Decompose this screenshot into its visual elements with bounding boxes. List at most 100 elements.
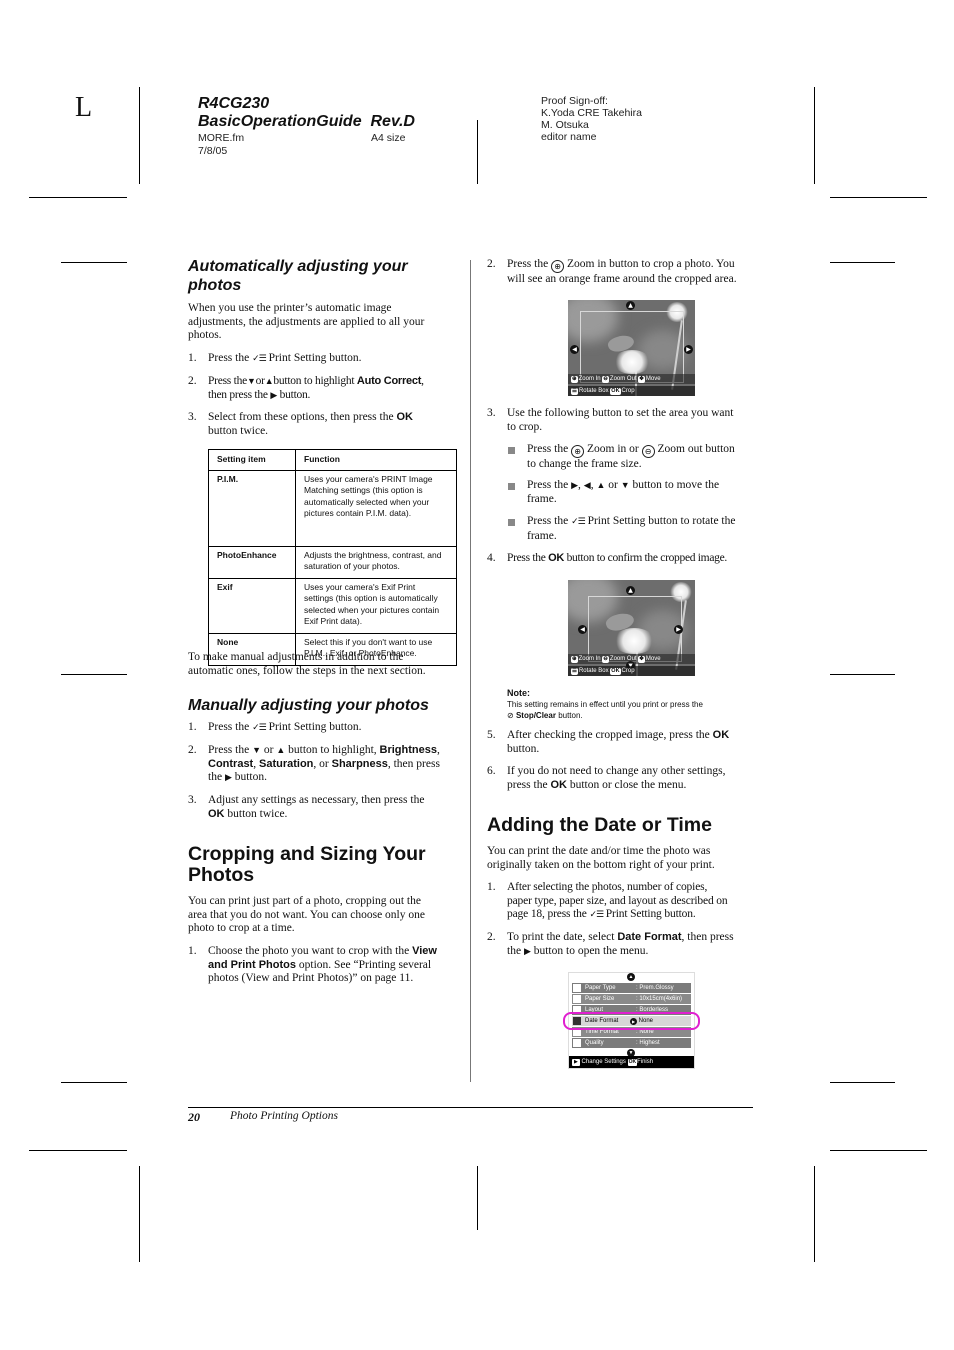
text: to change the frame size.	[527, 458, 642, 470]
quality-icon	[573, 1039, 581, 1047]
section-heading-manual: Manually adjusting your photos	[188, 697, 429, 714]
zoom-out-icon: ⊖	[641, 445, 655, 458]
column-header: Setting item	[208, 449, 296, 471]
text: Print Setting button to rotate the	[587, 515, 736, 527]
doc-file: MORE.fm	[198, 132, 245, 144]
menu-label: Paper Type	[585, 985, 616, 991]
heading-line: photos	[188, 277, 242, 294]
menu-value: : Highest	[636, 1040, 660, 1046]
zoom-in-icon: ⊕	[571, 376, 578, 383]
date-intro: You can print the date and/or time the p…	[487, 845, 715, 872]
table-row: Exif Uses your camera's Exif Print settin…	[208, 577, 457, 634]
text: , then press	[681, 931, 734, 943]
proof-line: M. Otsuka	[541, 119, 589, 131]
auto-intro: When you use the printer’s automatic ima…	[188, 302, 424, 343]
print-setting-icon: ✓☰	[589, 910, 604, 921]
text: Zoom out button	[657, 443, 735, 455]
hint-label: Zoom Out	[609, 376, 637, 382]
text-line: automatically selected when your	[304, 496, 430, 507]
text-line: area that you do not want. You can choos…	[188, 908, 425, 921]
rotate-icon: ☰	[571, 668, 578, 675]
hint-label: Crop	[621, 668, 635, 674]
heading-line: Automatically adjusting your	[188, 258, 408, 275]
lcd-hint-bar: ☰ Rotate Box OK Crop	[568, 386, 695, 396]
doc-size: A4 size	[371, 132, 406, 144]
text-line: To make manual adjustments in addition t…	[188, 651, 404, 663]
text: option. See “Printing several	[298, 958, 432, 971]
text: button to confirm the cropped image.	[566, 552, 728, 564]
lcd-crop-screen: ▲ ◀ ▶ ⊕ Zoom In ⊖ Zoom Out ✥ Move ☰ Rotate B…	[568, 300, 695, 396]
print-setting-icon: ✓☰	[252, 354, 267, 364]
text: Zoom in button to crop a photo. You	[566, 258, 735, 270]
crop-letter: L	[75, 92, 93, 123]
step-number: 6.	[487, 765, 496, 777]
hint-label: Change Settings	[581, 1059, 626, 1065]
settings-table: Setting item Function P.I.M. Uses your c…	[208, 449, 457, 666]
right-arrow-icon: ▶	[674, 625, 683, 634]
menu-footer: ▶ Change Settings OKFinish	[569, 1056, 694, 1068]
print-setting-icon: ✓☰	[571, 517, 586, 527]
crop-mark	[830, 262, 895, 263]
text: button.	[558, 711, 583, 720]
text: frame.	[527, 492, 557, 505]
crop-mark	[814, 1166, 815, 1262]
note-title: Note:	[507, 688, 530, 698]
option-name: View	[412, 945, 437, 957]
menu-row-paper-size[interactable]: Paper Size: 10x15cm(4x6in)	[572, 994, 691, 1004]
doc-date: 7/8/05	[198, 145, 228, 157]
text-line: photo to crop at a time.	[188, 922, 295, 935]
value-text: Highest	[639, 1040, 660, 1046]
rotate-icon: ☰	[571, 388, 578, 395]
section-name: Photo Printing Options	[230, 1110, 338, 1122]
ok-label: OK	[396, 411, 413, 423]
up-arrow-icon: ▲	[626, 301, 635, 310]
text: button.	[279, 388, 311, 401]
step-number: 3.	[188, 794, 197, 806]
menu-row-paper-type[interactable]: Paper Type: Prem.Glossy	[572, 983, 691, 993]
proof-line: K.Yoda CRE Takehira	[541, 107, 642, 119]
text: frame.	[527, 529, 557, 542]
move-icon: ✥	[638, 376, 645, 383]
step-number: 4.	[487, 552, 496, 564]
text: After checking the cropped image, press …	[507, 729, 710, 741]
menu-label: Quality	[585, 1040, 604, 1046]
text: Print Setting button.	[605, 908, 696, 921]
crop-mark	[830, 1082, 895, 1083]
down-arrow-icon: ▼	[620, 480, 630, 490]
step-number: 5.	[487, 729, 496, 741]
ok-label: OK	[712, 729, 730, 741]
text: button or close the menu.	[569, 778, 687, 791]
menu-row-quality[interactable]: Quality : Highest	[572, 1038, 691, 1048]
step-number: 1.	[188, 721, 197, 733]
step-number: 1.	[188, 945, 197, 957]
paper-type-icon	[573, 984, 581, 992]
text: button twice.	[227, 807, 288, 820]
hint-label: Finish	[637, 1059, 654, 1065]
right-arrow-icon: ▶	[224, 772, 232, 783]
up-arrow-icon: ▲	[276, 745, 286, 755]
text: to crop.	[507, 420, 543, 433]
lcd-hint-bar: ☰ Rotate Box OK Crop	[568, 666, 695, 676]
stop-clear-icon: ⊘	[507, 711, 514, 720]
hint-label: Move	[645, 656, 661, 662]
text: ,	[578, 479, 581, 491]
text: After selecting the photos, number of co…	[507, 881, 708, 893]
column-header: Function	[295, 449, 457, 471]
page-number: 20	[188, 1110, 200, 1124]
step-number: 1.	[188, 352, 197, 364]
bullet-item-move: Press the ▶, ◀, ▲ or ▼ button to move th…	[527, 479, 719, 506]
text: Choose the photo you want to crop with t…	[208, 945, 410, 957]
crop-intro: You can print just part of a photo, crop…	[188, 895, 425, 936]
text-line: Exif Print data).	[304, 616, 363, 626]
crop-mark	[61, 262, 127, 263]
ok-chip: OK	[627, 1059, 638, 1066]
left-arrow-icon: ◀	[578, 625, 587, 634]
hint-label: Rotate Box	[578, 388, 609, 394]
note-box: Note: This setting remains in effect unt…	[507, 688, 703, 721]
hint-label: Zoom Out	[609, 656, 637, 662]
down-arrow-icon: ▼	[246, 376, 256, 386]
text: ,	[421, 375, 424, 387]
text: press the	[507, 778, 548, 791]
crop-mark	[139, 1166, 140, 1262]
text-line: Adjusts the brightness, contrast, and	[304, 549, 442, 560]
